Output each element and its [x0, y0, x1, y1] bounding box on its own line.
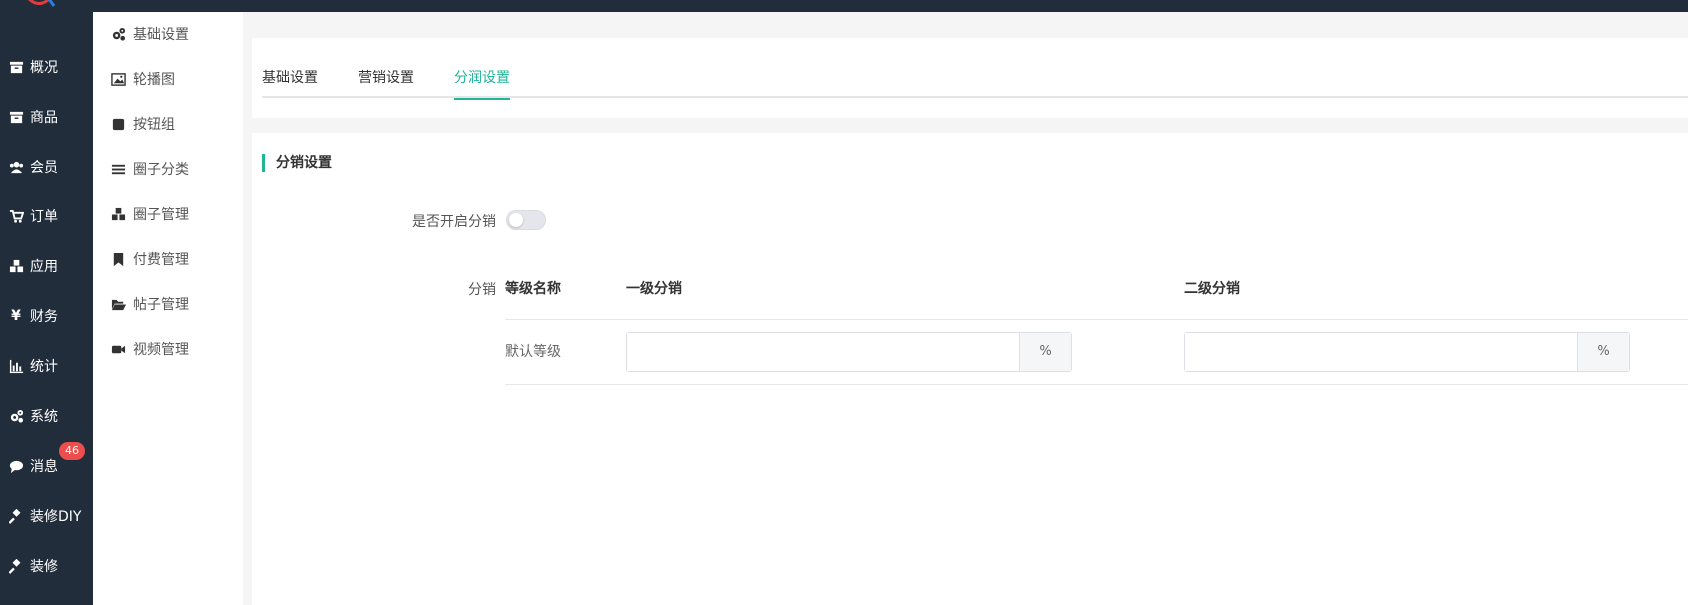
sub-sidebar: 基础设置 轮播图 按钮组 圈子分类 圈子管理 付费管理 帖子管理 视频管理: [93, 12, 243, 605]
subnav-label: 按钮组: [133, 117, 175, 133]
column-header-level1: 一级分销: [626, 281, 682, 297]
nav-system[interactable]: 系统: [0, 398, 93, 434]
table-divider: [505, 384, 1688, 385]
nav-label: 应用: [30, 259, 58, 275]
subnav-label: 圈子分类: [133, 162, 189, 178]
folder-open-icon: [109, 296, 127, 312]
tab-marketing-settings[interactable]: 营销设置: [358, 58, 414, 98]
subnav-button-group[interactable]: 按钮组: [93, 108, 243, 140]
nav-decorate-diy[interactable]: 装修DIY: [0, 498, 93, 534]
nav-overview[interactable]: 概况: [0, 49, 93, 85]
percent-suffix: %: [1577, 333, 1629, 371]
gears-icon: [109, 26, 127, 42]
nav-label: 消息: [30, 459, 58, 475]
nav-apps[interactable]: 应用: [0, 248, 93, 284]
distribution-label: 分销: [468, 282, 496, 298]
top-bar: [93, 0, 1688, 12]
tab-bar: 基础设置 营销设置 分润设置: [262, 58, 1688, 100]
table-divider: [505, 319, 1688, 320]
level2-percent-input[interactable]: [1185, 333, 1577, 371]
archive-icon: [8, 59, 24, 75]
table-row-name: 默认等级: [505, 344, 561, 360]
bar-chart-icon: [8, 358, 24, 374]
message-count-badge: 46: [59, 442, 85, 460]
settings-card: 分销设置 是否开启分销 分销 等级名称 一级分销 二级分销 默认等级 % %: [252, 133, 1688, 605]
subnav-paid-manage[interactable]: 付费管理: [93, 243, 243, 275]
nav-finance[interactable]: ¥ 财务: [0, 298, 93, 334]
nav-label: 会员: [30, 160, 58, 176]
subnav-video-manage[interactable]: 视频管理: [93, 333, 243, 365]
section-title: 分销设置: [262, 154, 332, 172]
video-icon: [109, 341, 127, 357]
nav-goods[interactable]: 商品: [0, 99, 93, 135]
main-sidebar: 概况 商品 会员 订单 应用 ¥ 财务 统计 系统 消息 46 装修DIY 装修: [0, 0, 93, 605]
bookmark-icon: [109, 251, 127, 267]
subnav-label: 视频管理: [133, 342, 189, 358]
list-icon: [109, 161, 127, 177]
tab-card: 基础设置 营销设置 分润设置: [252, 38, 1688, 118]
image-icon: [109, 71, 127, 87]
users-icon: [8, 159, 24, 175]
nav-label: 装修: [30, 559, 58, 575]
gavel-icon: [8, 558, 24, 574]
square-icon: [109, 116, 127, 132]
logo: [27, 0, 56, 7]
tab-profit-settings[interactable]: 分润设置: [454, 58, 510, 100]
subnav-circle-category[interactable]: 圈子分类: [93, 153, 243, 185]
switch-knob: [509, 213, 523, 227]
comment-icon: [8, 458, 24, 474]
nav-orders[interactable]: 订单: [0, 198, 93, 234]
subnav-label: 轮播图: [133, 72, 175, 88]
nav-label: 商品: [30, 110, 58, 126]
enable-distribution-label: 是否开启分销: [412, 214, 496, 230]
cubes-icon: [109, 206, 127, 222]
nav-label: 财务: [30, 309, 58, 325]
tab-basic-settings[interactable]: 基础设置: [262, 58, 318, 98]
level2-input-group: %: [1184, 332, 1630, 372]
nav-label: 概况: [30, 60, 58, 76]
subnav-carousel[interactable]: 轮播图: [93, 63, 243, 95]
level1-input-group: %: [626, 332, 1072, 372]
cubes-icon: [8, 258, 24, 274]
nav-label: 装修DIY: [30, 509, 82, 525]
nav-label: 系统: [30, 409, 58, 425]
subnav-basic-settings[interactable]: 基础设置: [93, 18, 243, 50]
percent-suffix: %: [1019, 333, 1071, 371]
subnav-label: 帖子管理: [133, 297, 189, 313]
level1-percent-input[interactable]: [627, 333, 1019, 371]
enable-distribution-switch[interactable]: [506, 210, 546, 230]
gavel-icon: [8, 508, 24, 524]
column-header-level2: 二级分销: [1184, 281, 1240, 297]
nav-members[interactable]: 会员: [0, 149, 93, 185]
yen-icon: ¥: [11, 308, 21, 324]
gears-icon: [8, 408, 24, 424]
subnav-circle-manage[interactable]: 圈子管理: [93, 198, 243, 230]
subnav-label: 付费管理: [133, 252, 189, 268]
column-header-level-name: 等级名称: [505, 281, 561, 297]
nav-label: 订单: [30, 209, 58, 225]
nav-stats[interactable]: 统计: [0, 348, 93, 384]
subnav-post-manage[interactable]: 帖子管理: [93, 288, 243, 320]
subnav-label: 基础设置: [133, 27, 189, 43]
archive-icon: [8, 109, 24, 125]
nav-decorate[interactable]: 装修: [0, 548, 93, 584]
cart-icon: [8, 208, 24, 224]
nav-label: 统计: [30, 359, 58, 375]
subnav-label: 圈子管理: [133, 207, 189, 223]
